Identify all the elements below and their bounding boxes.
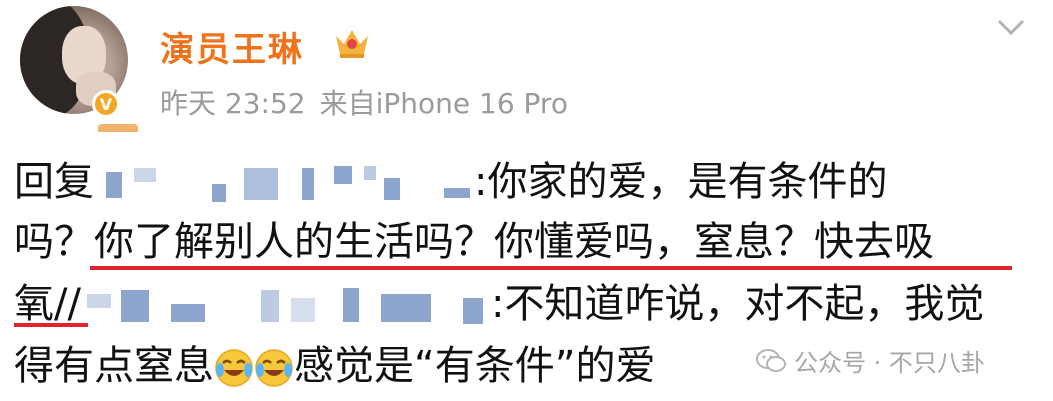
post-time: 昨天 23:52: [160, 87, 306, 120]
author-name[interactable]: 演员王琳: [160, 22, 304, 71]
crown-icon: [336, 30, 368, 58]
reply-text-1: :你家的爱，是有条件的: [474, 159, 888, 205]
post-meta: 昨天 23:52 来自iPhone 16 Pro: [160, 82, 582, 122]
highlight-underline: [90, 266, 1012, 270]
oxygen-text: 氧//: [14, 281, 81, 327]
verified-badge-icon: V: [92, 90, 120, 118]
reply-text-2: :不知道咋说，对不起，我觉: [490, 281, 985, 327]
post-source: 来自iPhone 16 Pro: [319, 87, 568, 120]
redacted-username-2: [81, 288, 491, 324]
content-line-4: 得有点窒息 感觉是“有条件”的爱: [14, 342, 655, 390]
content-line-3: 氧// :不知道咋说，对不起，我觉: [14, 280, 984, 328]
watermark: 公众号 · 不只八卦: [756, 343, 985, 378]
crying-laugh-emoji-icon: [215, 349, 253, 387]
wechat-icon: [756, 348, 786, 372]
line4-text-b: 感觉是“有条件”的爱: [294, 343, 656, 389]
line4-text-a: 得有点窒息: [14, 343, 214, 389]
badge-strip: [98, 124, 138, 132]
crying-laugh-emoji-icon: [255, 349, 293, 387]
redacted-username-1: [94, 166, 474, 202]
content-line-2: 吗？你了解别人的生活吗？你懂爱吗，窒息？快去吸: [14, 219, 934, 265]
highlight-underline-short: [14, 323, 88, 327]
reply-label: 回复: [14, 159, 94, 205]
watermark-text: 公众号 · 不只八卦: [794, 349, 985, 377]
content-line-1: 回复 :你家的爱，是有条件的: [14, 158, 887, 206]
chevron-down-icon[interactable]: [996, 16, 1026, 38]
